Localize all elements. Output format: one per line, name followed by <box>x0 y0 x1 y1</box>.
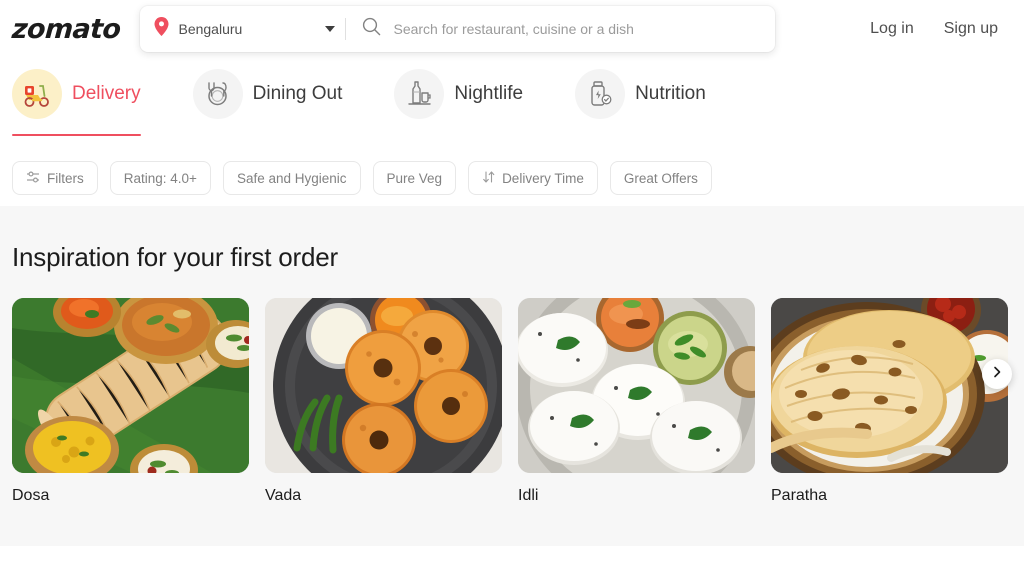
chip-delivery-time[interactable]: Delivery Time <box>468 161 598 195</box>
food-card-dosa[interactable]: Dosa <box>12 298 249 505</box>
food-card-paratha-image <box>771 298 1008 473</box>
map-pin-icon <box>154 17 169 41</box>
food-card-idli-label: Idli <box>518 487 539 504</box>
chip-rating[interactable]: Rating: 4.0+ <box>109 161 211 195</box>
tab-nutrition-label: Nutrition <box>635 83 706 104</box>
chip-safe-and-hygienic-label: Safe and Hygienic <box>236 170 347 186</box>
sliders-icon <box>26 170 40 187</box>
sort-arrows-icon <box>482 170 495 187</box>
food-card-dosa-label: Dosa <box>12 487 50 504</box>
search-icon <box>362 17 381 41</box>
search-bar: Bengaluru <box>140 6 776 52</box>
category-tabs: Delivery Dining Out Nightlife Nutrition <box>0 58 1024 144</box>
auth-links: Log in Sign up <box>870 20 1008 38</box>
food-card-vada-label: Vada <box>265 487 302 504</box>
chip-delivery-time-label: Delivery Time <box>502 170 584 186</box>
site-header: zomato Bengaluru Log in S <box>0 0 1024 58</box>
bottle-glass-icon <box>394 69 445 119</box>
chip-pure-veg-label: Pure Veg <box>386 170 443 186</box>
chip-rating-label: Rating: 4.0+ <box>123 170 197 186</box>
tab-dining-out[interactable]: Dining Out <box>192 58 359 130</box>
chip-filters[interactable]: Filters <box>12 161 98 195</box>
food-card-paratha[interactable]: Paratha <box>771 298 1008 505</box>
tab-nutrition[interactable]: Nutrition <box>575 58 722 130</box>
inspiration-section: Inspiration for your first order Dosa Va… <box>0 206 1024 546</box>
tab-nightlife-label: Nightlife <box>454 83 524 104</box>
chip-safe-and-hygienic[interactable]: Safe and Hygienic <box>222 161 361 195</box>
food-card-vada[interactable]: Vada <box>265 298 502 505</box>
chevron-down-icon <box>325 26 336 32</box>
page-title: Inspiration for your first order <box>12 242 338 272</box>
food-card-paratha-label: Paratha <box>771 487 828 504</box>
scooter-icon <box>12 69 62 119</box>
zomato-logo[interactable]: zomato <box>11 14 122 45</box>
search-field-wrap <box>346 6 775 52</box>
search-input[interactable] <box>393 21 762 37</box>
filter-chips: Filters Rating: 4.0+ Safe and Hygienic P… <box>0 144 1024 206</box>
tab-nightlife[interactable]: Nightlife <box>394 58 539 130</box>
tab-delivery-label: Delivery <box>72 83 141 104</box>
chip-great-offers-label: Great Offers <box>623 170 698 186</box>
chevron-right-icon <box>991 365 1003 383</box>
supplement-bottle-icon <box>575 69 626 119</box>
food-carousel: Dosa Vada Idli Paratha <box>0 273 1024 505</box>
food-card-idli[interactable]: Idli <box>518 298 755 505</box>
location-picker[interactable]: Bengaluru <box>140 6 345 52</box>
chip-pure-veg[interactable]: Pure Veg <box>372 161 457 195</box>
plate-cutlery-icon <box>192 69 243 119</box>
food-card-vada-image <box>265 298 502 473</box>
food-card-dosa-image <box>12 298 249 473</box>
tab-dining-out-label: Dining Out <box>252 83 343 104</box>
signup-link[interactable]: Sign up <box>944 20 998 38</box>
chip-great-offers[interactable]: Great Offers <box>609 161 712 195</box>
food-card-idli-image <box>518 298 755 473</box>
chip-filters-label: Filters <box>47 170 84 186</box>
tab-delivery[interactable]: Delivery <box>12 58 157 136</box>
carousel-next-button[interactable] <box>982 359 1012 389</box>
location-value: Bengaluru <box>178 21 243 37</box>
tab-active-underline <box>12 134 141 136</box>
login-link[interactable]: Log in <box>870 20 914 38</box>
